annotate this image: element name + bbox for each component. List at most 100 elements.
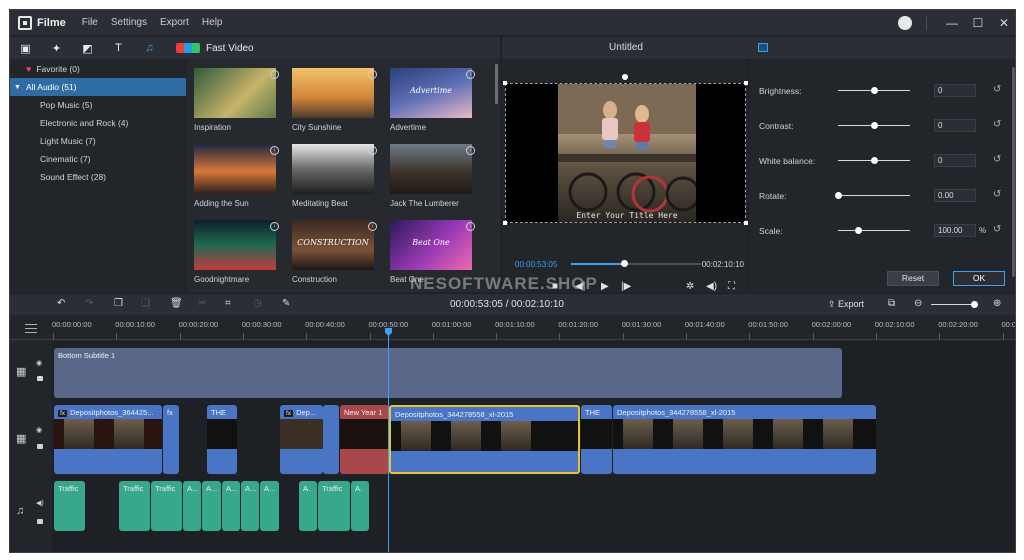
copy-icon[interactable]: ❐ [114,298,123,309]
audio-thumbnail[interactable]: Advertime ↓ Advertime [383,60,475,134]
reset-icon[interactable]: ↺ [993,84,1001,95]
audio-clip[interactable]: A... [260,481,279,531]
lock-icon[interactable] [37,444,43,449]
property-value-input[interactable]: 0.00 [934,189,976,202]
track-menu-icon[interactable] [25,324,37,333]
property-slider[interactable] [838,122,910,129]
eye-icon[interactable]: ◉ [36,426,42,434]
settings-icon[interactable]: ✲ [686,281,694,293]
download-icon[interactable]: ↓ [368,70,377,79]
rotate-handle[interactable] [622,74,628,80]
reset-icon[interactable]: ↺ [993,189,1001,200]
audio-clip[interactable]: Traffic [54,481,85,531]
audio-clip[interactable]: A. [351,481,369,531]
property-slider-knob[interactable] [855,227,863,234]
menu-file[interactable]: File [82,17,98,28]
lock-icon[interactable] [37,519,43,524]
property-value-input[interactable]: 0 [934,84,976,97]
list-item-light-music[interactable]: Light Music (7) [10,132,186,150]
download-icon[interactable]: ↓ [270,70,279,79]
fast-video-button[interactable]: Fast Video [176,43,254,54]
download-icon[interactable]: ↓ [466,70,475,79]
preview-title-overlay[interactable]: Enter Your Title Here [560,211,694,220]
fit-timeline-icon[interactable]: ⧉ [888,298,895,309]
property-slider-knob[interactable] [835,192,842,199]
zoom-slider[interactable] [931,301,978,308]
audio-clip[interactable]: A... [183,481,201,531]
audio-thumbnail[interactable]: ↓ Goodnightmare [187,212,279,286]
media-tab-icon[interactable]: ▣ [19,42,32,55]
effects-tab-icon[interactable]: ✦ [50,42,63,55]
eye-icon[interactable]: ◉ [36,359,42,367]
zoom-in-icon[interactable]: ⊕ [993,298,1001,309]
audio-thumbnail[interactable]: ↓ Jack The Lumberer [383,136,475,210]
resize-handle[interactable] [503,221,507,225]
audio-clip[interactable]: A. [299,481,317,531]
close-button[interactable]: ✕ [991,16,1015,30]
playhead[interactable] [388,328,389,552]
property-slider-knob[interactable] [871,157,878,164]
video-clip[interactable]: fx [163,405,179,474]
maximize-button[interactable]: ☐ [965,16,991,30]
image-adjust-icon[interactable] [758,43,768,52]
video-clip[interactable]: THE [207,405,237,474]
menu-help[interactable]: Help [202,17,223,28]
property-slider[interactable] [835,192,910,199]
video-clip-selected[interactable]: Depositphotos_344278558_xl-2015 [389,405,580,474]
speed-icon[interactable]: ◷ [253,298,262,309]
audio-thumbnail[interactable]: CONSTRUCTION ↓ Construction [285,212,377,286]
redo-icon[interactable]: ↷ [85,298,93,309]
list-item-cinematic[interactable]: Cinematic (7) [10,150,186,168]
property-slider[interactable] [838,227,910,234]
crop-icon[interactable]: ⌗ [225,298,231,309]
download-icon[interactable]: ↓ [466,146,475,155]
play-icon[interactable]: ▶ [601,281,609,293]
fullscreen-icon[interactable]: ⛶ [728,281,735,293]
audio-thumbnail[interactable]: ↓ Adding the Sun [187,136,279,210]
split-icon[interactable]: ✂ [198,298,206,309]
zoom-knob[interactable] [971,301,978,308]
delete-icon[interactable]: 🗑︎ [170,298,183,309]
audio-clip[interactable]: A... [202,481,221,531]
export-button[interactable]: ⇪ Export [828,299,864,310]
zoom-out-icon[interactable]: ⊖ [914,298,922,309]
video-clip[interactable] [323,405,339,474]
preview-scrubber[interactable] [571,260,701,267]
audio-tab-icon[interactable]: ♫ [143,42,156,54]
properties-scrollbar[interactable] [1012,67,1015,277]
grid-scrollbar[interactable] [495,64,498,104]
next-frame-icon[interactable]: |▶ [621,281,631,293]
list-item-electronic-rock[interactable]: Electronic and Rock (4) [10,114,186,132]
video-clip[interactable]: fx Depositphotos_364425... [54,405,162,474]
property-slider-knob[interactable] [871,87,878,94]
property-value-input[interactable]: 0 [934,119,976,132]
video-clip[interactable]: Depositphotos_344278558_xl-2015 [613,405,876,474]
ok-button[interactable]: OK [953,271,1005,286]
video-clip[interactable]: THE [581,405,612,474]
resize-handle[interactable] [744,221,748,225]
property-slider[interactable] [838,157,910,164]
undo-icon[interactable]: ↶ [57,298,65,309]
audio-clip[interactable]: Traffic [318,481,350,531]
edit-icon[interactable]: ✎ [282,298,290,309]
list-item-all-audio[interactable]: ▼ All Audio (51) [10,78,186,96]
reset-icon[interactable]: ↺ [993,154,1001,165]
list-item-pop-music[interactable]: Pop Music (5) [10,96,186,114]
menu-export[interactable]: Export [160,17,189,28]
audio-clip[interactable]: A... [241,481,259,531]
resize-handle[interactable] [503,81,507,85]
download-icon[interactable]: ↓ [368,222,377,231]
volume-icon[interactable]: ◀) [706,281,717,293]
download-icon[interactable]: ↓ [368,146,377,155]
list-item-sound-effect[interactable]: Sound Effect (28) [10,168,186,186]
audio-clip[interactable]: Traffic [119,481,150,531]
preview-canvas[interactable]: Enter Your Title Here [503,81,748,225]
transition-clip[interactable]: New Year 1 [340,405,389,474]
text-tab-icon[interactable]: T [112,42,125,54]
filters-tab-icon[interactable]: ◩ [81,42,94,55]
volume-icon[interactable]: ◀) [36,499,44,507]
reset-icon[interactable]: ↺ [993,224,1001,235]
download-icon[interactable]: ↓ [270,222,279,231]
audio-thumbnail[interactable]: ↓ Inspiration [187,60,279,134]
menu-settings[interactable]: Settings [111,17,147,28]
